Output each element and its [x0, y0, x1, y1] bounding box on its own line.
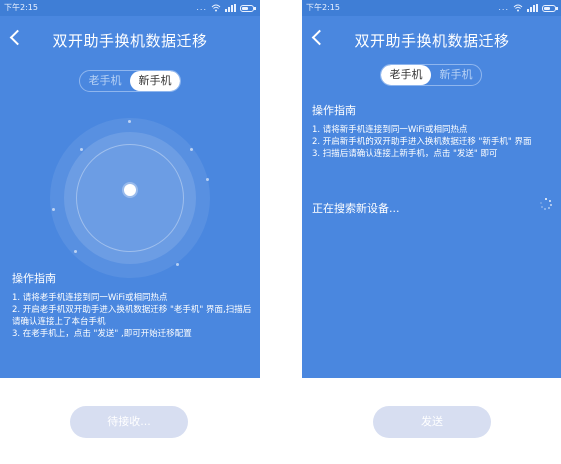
waiting-to-receive-button[interactable]: 待接收... — [70, 406, 188, 438]
guide-item: 2. 开启新手机的双开助手进入换机数据迁移 "新手机" 界面 — [312, 137, 532, 147]
wifi-icon — [211, 4, 221, 12]
phone-role-toggle[interactable]: 老手机 新手机 — [79, 70, 181, 92]
scanning-radar — [50, 118, 210, 278]
radar-center-dot — [124, 184, 136, 196]
right-phone-screen: 下午2:15 ... 双开助手换机数据迁移 老手机 新手机 操作指南 1. 请将… — [302, 0, 561, 378]
radar-inner-ring — [76, 144, 184, 252]
radar-dot — [74, 250, 77, 253]
left-phone-screen: 下午2:15 ... 双开助手换机数据迁移 老手机 新手机 操作指南 1. 请将… — [0, 0, 260, 378]
battery-icon — [542, 4, 558, 12]
guide-heading: 操作指南 — [12, 272, 56, 285]
new-phone-tab[interactable]: 新手机 — [431, 65, 481, 85]
guide-item: 2. 开启老手机双开助手进入换机数据迁移 "老手机" 界面,扫描后请确认连接上了… — [12, 305, 252, 327]
page-title: 双开助手换机数据迁移 — [354, 32, 510, 50]
status-more: ... — [498, 3, 509, 12]
wifi-icon — [513, 4, 523, 12]
signal-icon — [225, 4, 236, 12]
status-more: ... — [196, 3, 207, 12]
signal-icon — [527, 4, 538, 12]
guide-item: 3. 在老手机上，点击 "发送" ,即可开始迁移配置 — [12, 329, 192, 339]
battery-icon — [240, 4, 256, 12]
guide-list: 1. 请将新手机连接到同一WiFi或相同热点 2. 开启新手机的双开助手进入换机… — [312, 124, 557, 160]
status-bar: 下午2:15 ... — [302, 0, 561, 16]
searching-status: 正在搜索新设备... — [312, 202, 400, 215]
send-button[interactable]: 发送 — [373, 406, 491, 438]
guide-item: 3. 扫描后请确认连接上新手机，点击 "发送" 即可 — [312, 149, 498, 159]
old-phone-tab[interactable]: 老手机 — [381, 65, 431, 85]
status-time: 下午2:15 — [306, 3, 340, 12]
radar-dot — [80, 148, 83, 151]
guide-item: 1. 请将新手机连接到同一WiFi或相同热点 — [312, 125, 468, 135]
new-phone-tab[interactable]: 新手机 — [130, 71, 180, 91]
old-phone-tab[interactable]: 老手机 — [80, 71, 130, 91]
radar-dot — [190, 148, 193, 151]
guide-item: 1. 请将老手机连接到同一WiFi或相同热点 — [12, 293, 168, 303]
guide-list: 1. 请将老手机连接到同一WiFi或相同热点 2. 开启老手机双开助手进入换机数… — [12, 292, 256, 340]
phone-role-toggle[interactable]: 老手机 新手机 — [380, 64, 482, 86]
page-title: 双开助手换机数据迁移 — [52, 32, 208, 50]
status-bar: 下午2:15 ... — [0, 0, 260, 16]
radar-dot — [128, 120, 131, 123]
status-time: 下午2:15 — [4, 3, 38, 12]
guide-heading: 操作指南 — [312, 104, 356, 117]
status-icons: ... — [196, 0, 256, 16]
radar-dot — [206, 178, 209, 181]
radar-dot — [176, 263, 179, 266]
loading-spinner-icon — [540, 198, 552, 210]
radar-dot — [52, 208, 55, 211]
status-icons: ... — [498, 0, 558, 16]
